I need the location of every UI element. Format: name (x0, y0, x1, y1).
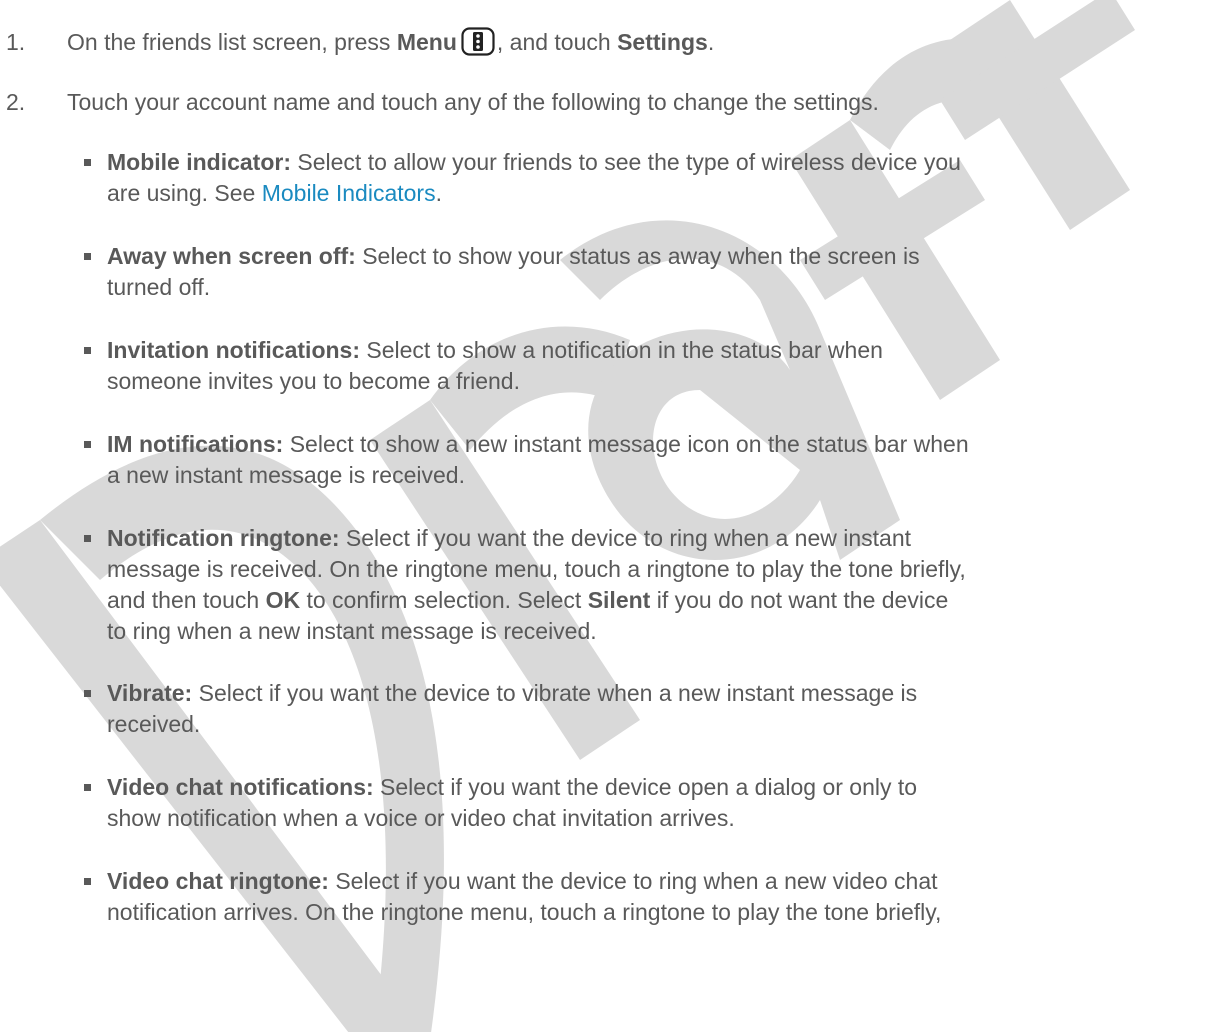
step-text: On the friends list screen, press Menu, … (67, 27, 1194, 64)
mobile-indicators-link[interactable]: Mobile Indicators (262, 180, 436, 206)
bullet-icon (84, 347, 91, 354)
list-item-text: Mobile indicator: Select to allow your f… (107, 149, 961, 206)
bullet-icon (84, 784, 91, 791)
settings-label: Settings (617, 29, 708, 55)
menu-label: Menu (396, 29, 457, 55)
bullet-icon (84, 690, 91, 697)
bullet-icon (84, 535, 91, 542)
list-item-text: Video chat ringtone: Select if you want … (107, 868, 942, 925)
step-number: 2. (6, 89, 26, 115)
step-number: 1. (6, 29, 26, 55)
menu-key-icon (461, 27, 495, 64)
document-body: 1. On the friends list screen, press Men… (0, 0, 1214, 1032)
list-item-text: Away when screen off: Select to show you… (107, 243, 920, 300)
list-item-text: Video chat notifications: Select if you … (107, 774, 918, 831)
bullet-icon (84, 441, 91, 448)
list-item-text: IM notifications: Select to show a new i… (107, 431, 969, 488)
bullet-icon (84, 253, 91, 260)
step-text: Touch your account name and touch any of… (67, 89, 879, 115)
list-item-text: Vibrate: Select if you want the device t… (107, 680, 918, 737)
bullet-icon (84, 159, 91, 166)
list-item-text: Invitation notifications: Select to show… (107, 337, 883, 394)
list-item-text: Notification ringtone: Select if you wan… (107, 525, 966, 644)
bullet-icon (84, 878, 91, 885)
